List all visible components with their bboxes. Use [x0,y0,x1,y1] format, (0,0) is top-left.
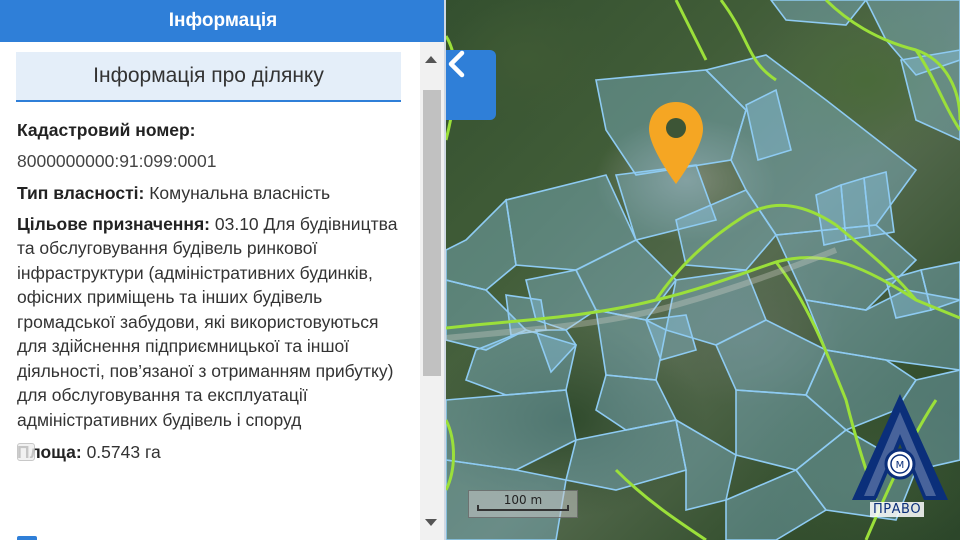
purpose-row: Цільове призначення: 03.10 Для будівницт… [17,212,412,433]
logo-mark-icon: M [852,394,948,500]
map-view[interactable]: 100 m M ПРАВО [446,0,960,540]
scroll-up-icon[interactable] [425,56,437,63]
ownership-label: Тип власності: [17,183,145,203]
cadastral-number-label-row: Кадастровий номер: [17,118,412,143]
pravo-logo: M ПРАВО [848,392,952,522]
panel-title: Інформація [168,10,278,31]
section-title: Інформація про ділянку [16,52,401,102]
cadastral-number-value: 8000000000:91:099:0001 [17,150,217,171]
panel-divider [444,0,446,540]
info-panel: Інформація Інформація про ділянку Кадаст… [0,0,446,540]
scroll-down-icon[interactable] [425,519,437,526]
area-value: 0.5743 га [86,442,161,462]
section-title-text: Інформація про ділянку [93,64,324,87]
purpose-label: Цільове призначення: [17,213,210,234]
cadastral-number-label: Кадастровий номер: [17,120,196,140]
logo-text: ПРАВО [870,502,925,517]
scale-bar: 100 m [468,490,578,518]
panel-content[interactable]: Інформація про ділянку Кадастровий номер… [0,42,420,540]
panel-scrollbar[interactable] [420,42,444,540]
collapse-panel-button[interactable] [446,50,496,120]
map-pin-icon[interactable] [646,100,706,190]
panel-header: Інформація [0,0,446,42]
ownership-row: Тип власності: Комунальна власність [17,181,412,206]
svg-text:M: M [896,460,905,471]
next-checkbox[interactable] [17,536,37,540]
chevron-left-icon [448,50,465,78]
purpose-value: 03.10 Для будівництва та обслуговування … [17,213,398,430]
ownership-value: Комунальна власність [149,183,331,203]
area-checkbox[interactable] [17,443,35,462]
scroll-thumb[interactable] [423,90,441,376]
area-row: Площа: 0.5743 га [17,440,412,465]
